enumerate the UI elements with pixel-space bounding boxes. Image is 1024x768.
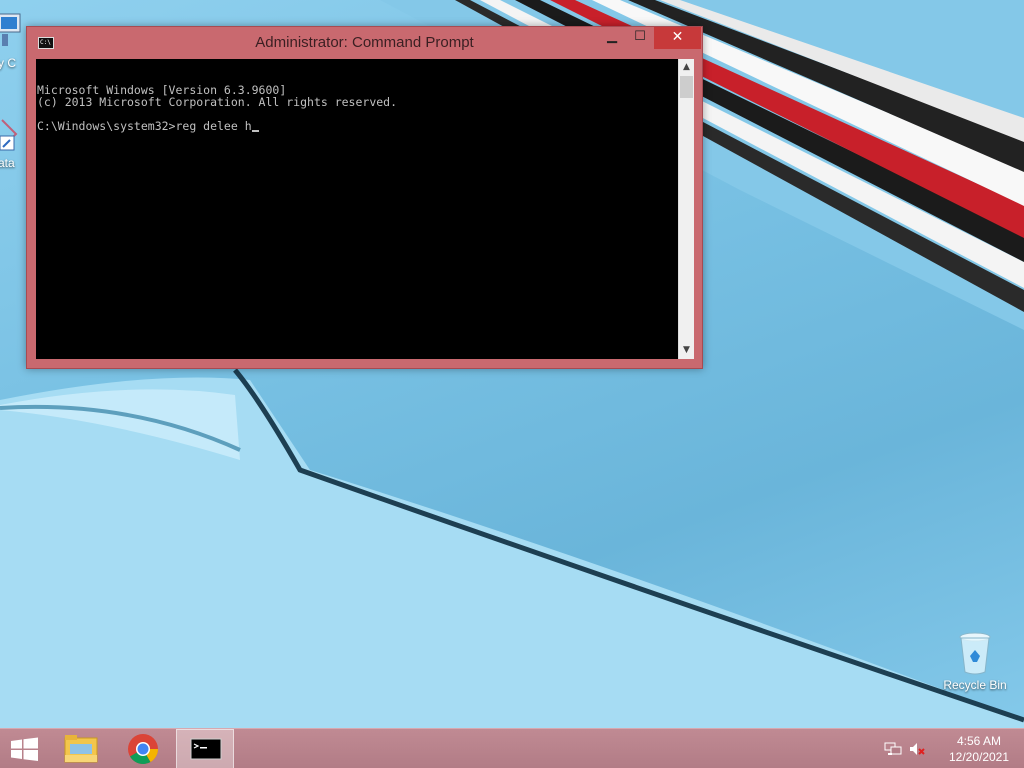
- desktop-icon-label: Recycle Bin: [943, 678, 1007, 692]
- folder-icon: [64, 735, 98, 763]
- system-tray: 4:56 AM 12/20/2021: [884, 729, 1024, 768]
- close-button[interactable]: ✕: [654, 27, 701, 49]
- desktop-icon-label: Data: [0, 156, 15, 170]
- computer-icon: [0, 13, 21, 46]
- cmd-icon: [190, 738, 222, 760]
- desktop-icon-label: My C: [0, 56, 16, 70]
- recycle-bin-icon: [959, 632, 991, 675]
- taskbar-chrome[interactable]: [113, 729, 171, 768]
- console-output[interactable]: Microsoft Windows [Version 6.3.9600] (c) …: [36, 59, 678, 359]
- scroll-up-arrow-icon[interactable]: ▲: [679, 59, 694, 76]
- network-icon[interactable]: [884, 741, 902, 757]
- scroll-thumb[interactable]: [680, 76, 693, 98]
- clock-time: 4:56 AM: [956, 734, 1002, 748]
- chrome-icon: [128, 734, 158, 765]
- clock-date: 12/20/2021: [948, 750, 1010, 764]
- taskbar-clock[interactable]: 4:56 AM 12/20/2021: [939, 733, 1019, 765]
- minimize-button[interactable]: ▁: [598, 27, 626, 49]
- desktop-icon-recycle-bin[interactable]: Recycle Bin: [939, 630, 1011, 692]
- taskbar-command-prompt[interactable]: [176, 729, 234, 768]
- start-button[interactable]: [0, 729, 50, 768]
- taskbar: 4:56 AM 12/20/2021: [0, 728, 1024, 768]
- windows-logo-icon: [11, 737, 38, 761]
- window-titlebar[interactable]: C:\ Administrator: Command Prompt ▁ ☐ ✕: [27, 27, 702, 59]
- console-line: (c) 2013 Microsoft Corporation. All righ…: [37, 95, 398, 109]
- vertical-scrollbar[interactable]: ▲ ▼: [678, 59, 694, 359]
- console-prompt-line[interactable]: C:\Windows\system32>reg delee h: [37, 120, 678, 132]
- taskbar-file-explorer[interactable]: [52, 729, 110, 768]
- maximize-button[interactable]: ☐: [626, 27, 654, 49]
- volume-muted-icon[interactable]: [908, 741, 926, 757]
- command-prompt-window[interactable]: C:\ Administrator: Command Prompt ▁ ☐ ✕ …: [26, 26, 703, 369]
- scroll-down-arrow-icon[interactable]: ▼: [679, 342, 694, 359]
- shortcut-icon: [0, 119, 18, 151]
